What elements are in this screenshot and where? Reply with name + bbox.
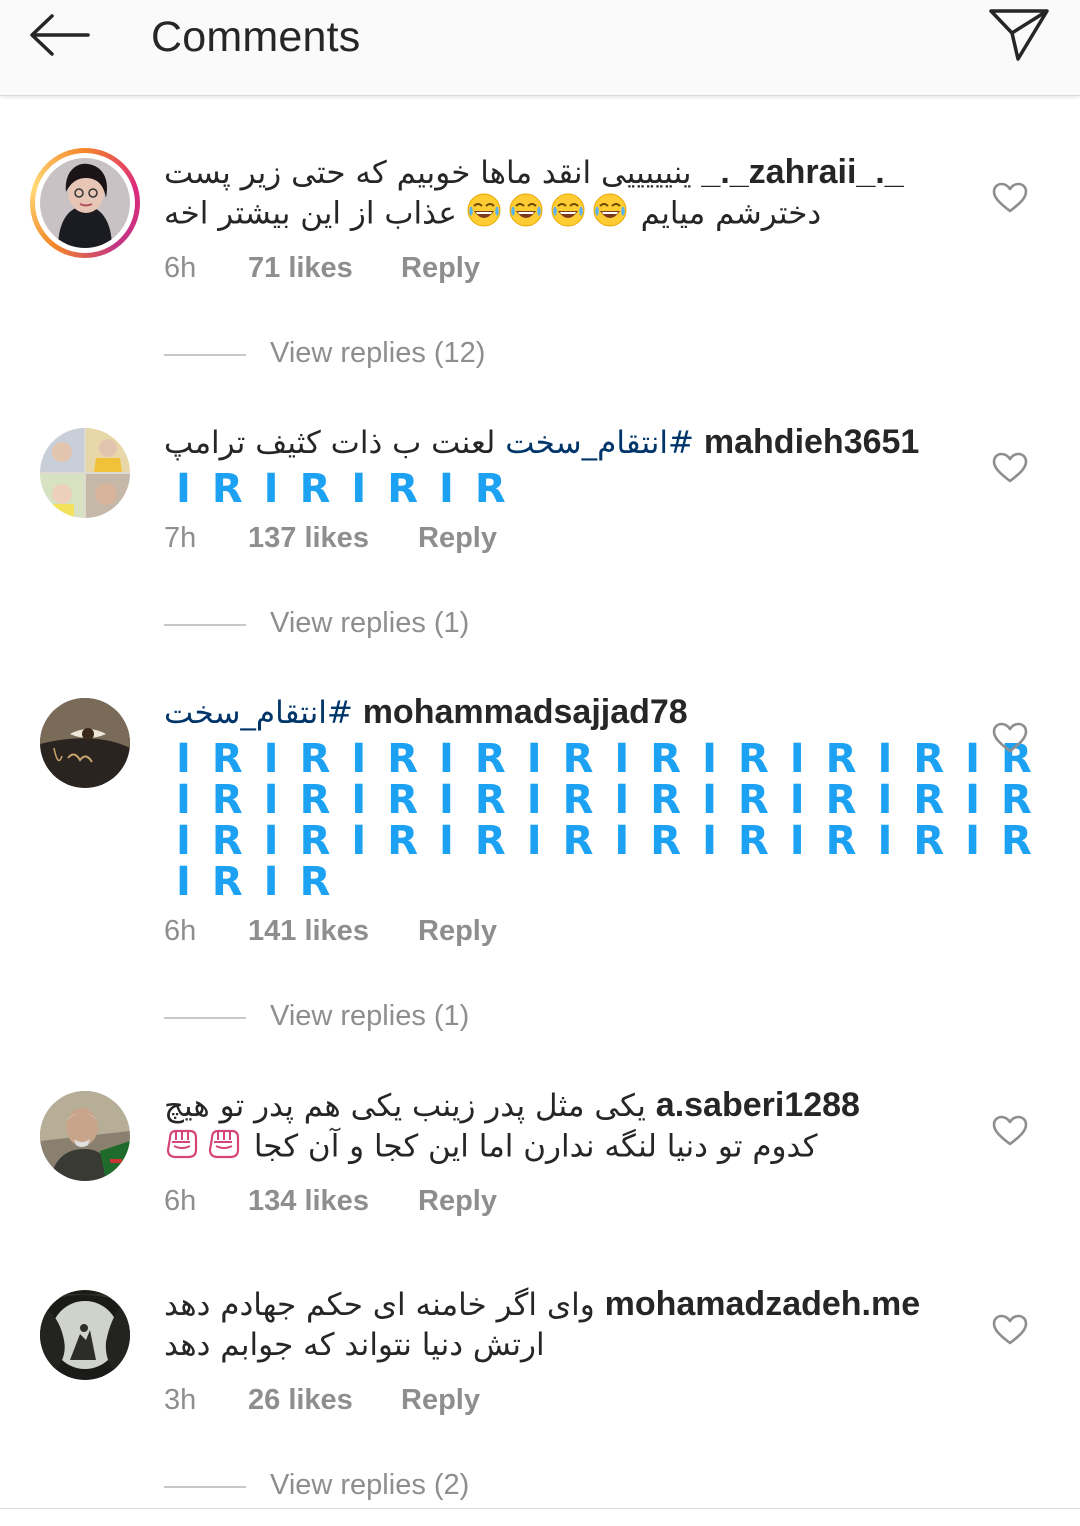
comment-text: mahdieh3651 #انتقام_سخت لعنت ب ذات کثیف … xyxy=(164,422,924,510)
like-button[interactable] xyxy=(992,452,1028,484)
arrow-left-icon xyxy=(30,14,90,56)
likes-count[interactable]: 141 likes xyxy=(248,915,369,948)
hashtag-link[interactable]: #انتقام_سخت xyxy=(164,695,353,731)
heart-icon xyxy=(992,182,1028,213)
likes-count[interactable]: 134 likes xyxy=(248,1185,369,1218)
likes-count[interactable]: 71 likes xyxy=(248,252,353,285)
comment-username[interactable]: mahdieh3651 xyxy=(704,423,919,461)
comment-time: 6h xyxy=(164,252,197,284)
avatar xyxy=(40,158,130,248)
divider xyxy=(164,624,246,626)
heart-icon xyxy=(992,1115,1028,1146)
hashtag-link[interactable]: #انتقام_سخت xyxy=(505,425,694,461)
page-title: Comments xyxy=(151,13,361,61)
comment-text: mohamadzadeh.me وای اگر خامنه ای حکم جها… xyxy=(164,1285,921,1363)
ir-text-line: IRIRIRIR xyxy=(176,466,527,512)
top-bar: Comments xyxy=(0,0,1080,96)
reply-button[interactable]: Reply xyxy=(418,522,497,555)
comment-text: a.saberi1288 یکی مثل پدر زینب یکی هم پدر… xyxy=(164,1085,924,1170)
reply-button[interactable]: Reply xyxy=(418,915,497,948)
heart-icon xyxy=(992,452,1028,483)
comment-time: 7h xyxy=(164,522,197,554)
comment-username[interactable]: a.saberi1288 xyxy=(656,1086,860,1124)
comment-text: _._zahraii_._ ینیییییی انقد ماها خوبیم ک… xyxy=(164,152,924,237)
avatar[interactable] xyxy=(40,428,130,518)
like-button[interactable] xyxy=(992,722,1028,754)
bottom-divider xyxy=(0,1508,1080,1509)
like-button[interactable] xyxy=(992,1314,1028,1346)
like-button[interactable] xyxy=(992,182,1028,214)
avatar[interactable] xyxy=(40,698,130,788)
divider xyxy=(164,354,246,356)
comment-username[interactable]: mohamadzadeh.me xyxy=(605,1285,921,1323)
back-button[interactable] xyxy=(26,12,94,62)
paper-plane-icon xyxy=(989,9,1049,61)
reply-button[interactable]: Reply xyxy=(401,252,480,285)
story-ring[interactable] xyxy=(30,148,140,258)
comment-username[interactable]: _._zahraii_._ xyxy=(701,153,903,191)
divider xyxy=(164,1486,246,1488)
comment-time: 6h xyxy=(164,1185,197,1217)
ir-text-line: IRIRIRIRIRIRIRIRIRIR xyxy=(176,736,1053,782)
heart-icon xyxy=(992,722,1028,753)
share-button[interactable] xyxy=(986,6,1052,64)
tears-of-joy-emoji-group xyxy=(467,193,631,237)
comment-text: mohammadsajjad78 #انتقام_سخت IRIRIRIRIRI… xyxy=(164,692,1053,905)
comment-time: 6h xyxy=(164,915,197,947)
like-button[interactable] xyxy=(992,1115,1028,1147)
divider xyxy=(164,1017,246,1019)
likes-count[interactable]: 137 likes xyxy=(248,522,369,555)
raised-fist-emoji-group xyxy=(164,1126,244,1170)
likes-count[interactable]: 26 likes xyxy=(248,1384,353,1417)
ir-text-line: IRIRIRIRIRIRIRIRIRIR xyxy=(176,777,1053,823)
comment-time: 3h xyxy=(164,1384,197,1416)
avatar[interactable] xyxy=(40,1290,130,1380)
heart-icon xyxy=(992,1314,1028,1345)
reply-button[interactable]: Reply xyxy=(401,1384,480,1417)
ir-text-line: IRIR xyxy=(176,859,352,905)
ir-text-line: IRIRIRIRIRIRIRIRIRIR xyxy=(176,818,1053,864)
comment-username[interactable]: mohammadsajjad78 xyxy=(363,693,688,731)
reply-button[interactable]: Reply xyxy=(418,1185,497,1218)
avatar[interactable] xyxy=(40,1091,130,1181)
